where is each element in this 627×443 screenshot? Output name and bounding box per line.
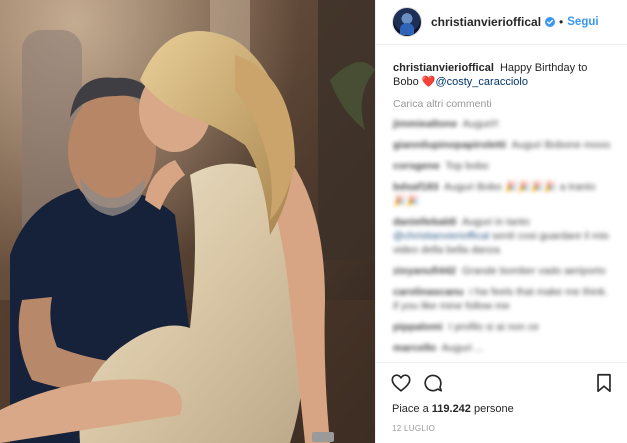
avatar[interactable]: [392, 7, 422, 37]
comment-text: Auguri ...: [441, 342, 484, 354]
likes-prefix: Piace a: [392, 403, 429, 415]
post-date[interactable]: 12 luglio: [376, 417, 627, 443]
bookmark-outline-icon[interactable]: [593, 372, 615, 394]
comment-username[interactable]: daniellebaldi: [393, 216, 457, 228]
likes-count[interactable]: 119.242: [432, 403, 471, 415]
heart-outline-icon[interactable]: [390, 372, 412, 394]
comment-item: giannilupinopapiroletti Auguri Bobone mo…: [393, 138, 611, 152]
comment-text: Top bobo: [445, 160, 489, 172]
comment-item: jimmiealtone Auguri!!: [393, 117, 611, 131]
comment-text: Auguri!!: [462, 118, 499, 130]
comment-username[interactable]: zioyanufi442: [393, 265, 456, 277]
caption-mention[interactable]: @costy_caracciolo: [435, 76, 527, 88]
verified-badge-icon: [545, 17, 556, 27]
comment-item: bdsaf183 Auguri Bobo 🎉🎉🎉🎉 a tranto 🎉🎉: [393, 180, 611, 208]
post-caption: christianvierioffical Happy Birthday to …: [393, 61, 611, 89]
post-header: christianvierioffical • Segui: [376, 0, 627, 45]
instagram-post: christianvierioffical • Segui christianv…: [0, 0, 627, 443]
comment-username[interactable]: giannilupinopapiroletti: [393, 139, 506, 151]
comment-text: I profilo si ai non ce: [448, 321, 539, 333]
comments-area[interactable]: christianvierioffical Happy Birthday to …: [376, 45, 627, 362]
caption-emoji: ❤️: [421, 76, 436, 88]
caption-username[interactable]: christianvierioffical: [393, 62, 494, 74]
likes-summary: Piace a 119.242 persone: [376, 402, 627, 417]
comment-text: Grande bomber vado aeriporto: [461, 265, 606, 277]
comment-item: zioyanufi442 Grande bomber vado aeriport…: [393, 264, 611, 278]
comment-username[interactable]: marcello: [393, 342, 436, 354]
post-photo[interactable]: [0, 0, 375, 443]
likes-suffix: persone: [473, 403, 514, 415]
comment-text: Auguri in tanto: [461, 216, 530, 228]
comment-username[interactable]: corsgene: [393, 160, 440, 172]
comment-item: corsgene Top bobo: [393, 159, 611, 173]
post-side-panel: christianvierioffical • Segui christianv…: [375, 0, 627, 443]
comment-text: Auguri Bobone mooo: [511, 139, 611, 151]
comment-item: marcello Auguri ...: [393, 341, 611, 355]
post-actions-bar: [376, 362, 627, 402]
comment-username[interactable]: jimmiealtone: [393, 118, 457, 130]
header-username[interactable]: christianvierioffical: [431, 15, 541, 29]
comment-mention[interactable]: @christianvierioffical: [393, 230, 489, 242]
comment-username[interactable]: pippalomi: [393, 321, 443, 333]
comment-list: jimmiealtone Auguri!! giannilupinopapiro…: [393, 117, 611, 355]
follow-button[interactable]: Segui: [567, 16, 598, 28]
comment-item: pippalomi I profilo si ai non ce: [393, 320, 611, 334]
header-separator: •: [559, 15, 564, 29]
comment-username[interactable]: carolinascanu: [393, 286, 464, 298]
speech-bubble-icon[interactable]: [422, 372, 444, 394]
comment-item: carolinascanu i hw feels that make me th…: [393, 285, 611, 313]
post-photo-image: [0, 0, 375, 443]
comment-username[interactable]: bdsaf183: [393, 181, 439, 193]
load-more-comments-button[interactable]: Carica altri commenti: [393, 98, 611, 110]
comment-item: daniellebaldi Auguri in tanto @christian…: [393, 215, 611, 257]
